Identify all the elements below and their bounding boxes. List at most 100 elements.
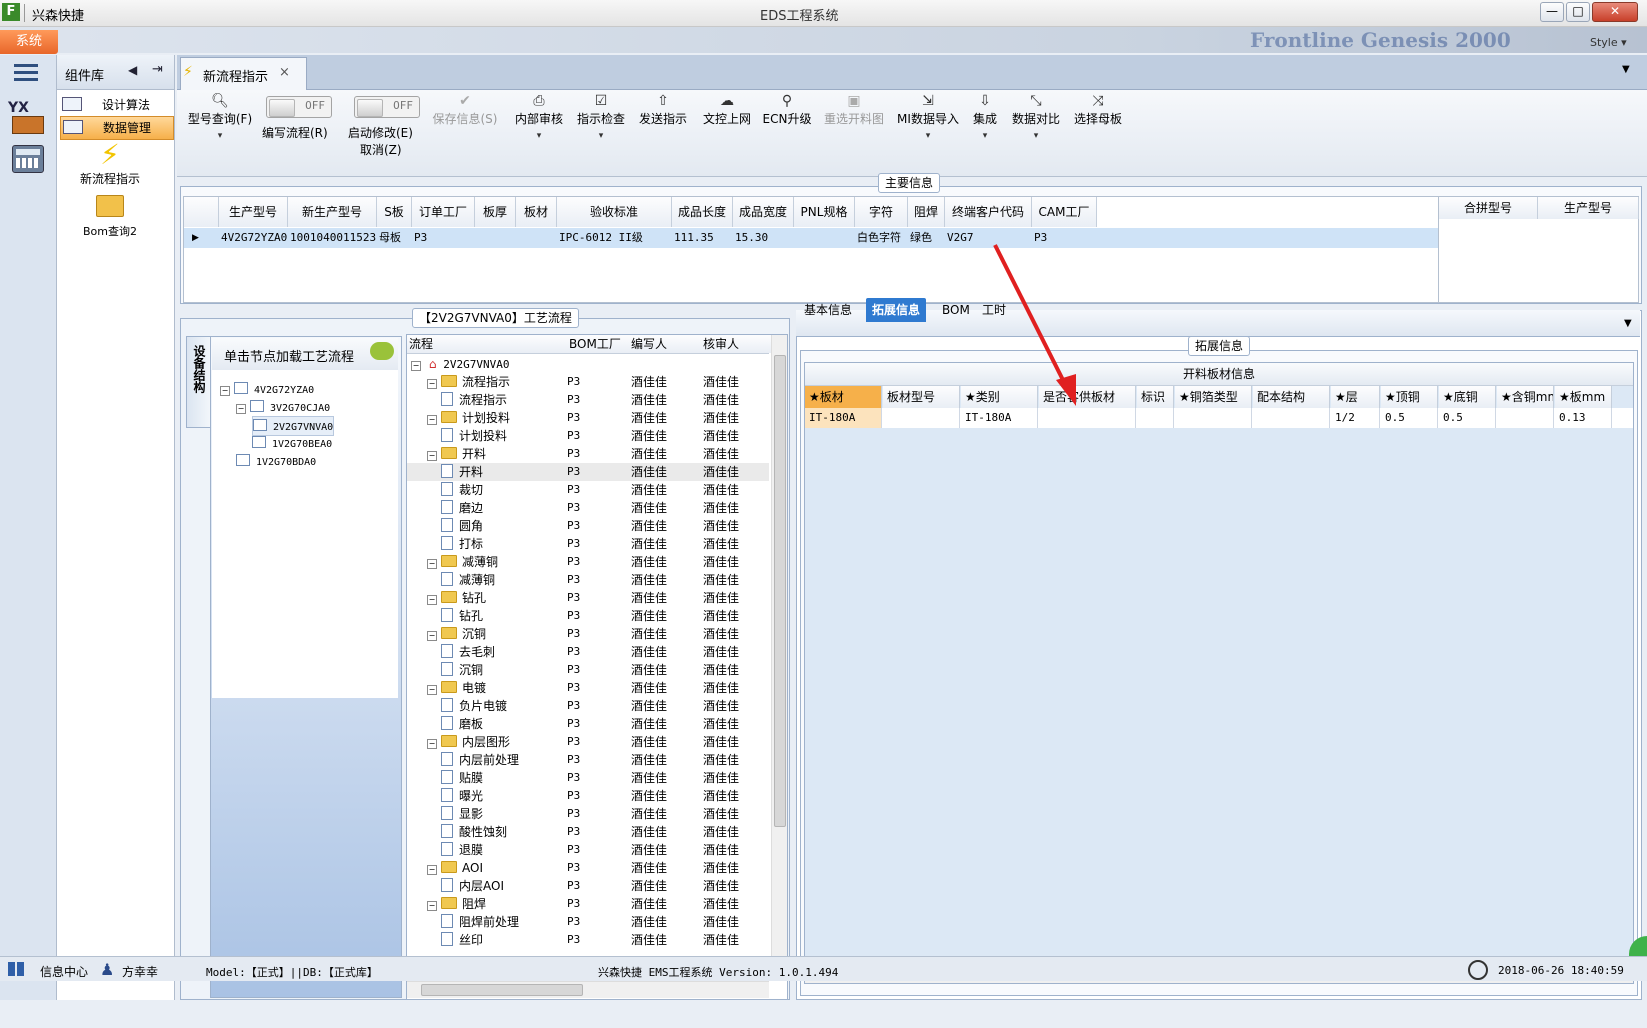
- doc-upload-button[interactable]: ☁ 文控上网: [700, 92, 754, 127]
- table-row[interactable]: ▶ 4V2G72YZA0 10010400115235 母板 P3 IPC-6012 I…: [184, 228, 1439, 248]
- collapse-icon[interactable]: −: [427, 631, 437, 641]
- column-header[interactable]: S板: [377, 197, 412, 227]
- data-compare-button[interactable]: ⤡ 数据对比 ▾: [1010, 92, 1062, 145]
- start-modify-toggle[interactable]: OFF: [354, 96, 420, 118]
- column-header[interactable]: ★板mm: [1555, 386, 1612, 408]
- save-info-button[interactable]: ✔ 保存信息(S): [430, 92, 500, 127]
- table-cell[interactable]: IT-180A: [805, 408, 882, 428]
- list-item[interactable]: − AOI P3 酒佳佳 酒佳佳: [407, 859, 769, 877]
- info-center[interactable]: 信息中心: [40, 963, 88, 980]
- collapse-icon[interactable]: −: [427, 739, 437, 749]
- column-header[interactable]: 板材: [516, 197, 557, 227]
- list-item[interactable]: 曝光 P3 酒佳佳 酒佳佳: [407, 787, 769, 805]
- list-item[interactable]: 开料 P3 酒佳佳 酒佳佳: [407, 463, 769, 481]
- column-header[interactable]: ★顶铜: [1381, 386, 1438, 408]
- col-bom-factory[interactable]: BOM工厂: [563, 335, 626, 353]
- list-item[interactable]: 磨板 P3 酒佳佳 酒佳佳: [407, 715, 769, 733]
- tree-node[interactable]: 1V2G70BDA0: [236, 452, 316, 470]
- tab-basic-info[interactable]: 基本信息: [798, 298, 858, 322]
- column-header[interactable]: 标识: [1137, 386, 1174, 408]
- column-header[interactable]: ★层: [1331, 386, 1380, 408]
- list-item[interactable]: − 阻焊 P3 酒佳佳 酒佳佳: [407, 895, 769, 913]
- list-item[interactable]: − 沉铜 P3 酒佳佳 酒佳佳: [407, 625, 769, 643]
- list-item[interactable]: 酸性蚀刻 P3 酒佳佳 酒佳佳: [407, 823, 769, 841]
- table-cell[interactable]: 1/2: [1331, 408, 1380, 428]
- tree-node[interactable]: 2V2G7VNVA0: [252, 416, 335, 436]
- list-item[interactable]: 贴膜 P3 酒佳佳 酒佳佳: [407, 769, 769, 787]
- edit-flow-toggle[interactable]: OFF: [266, 96, 332, 118]
- list-item[interactable]: 显影 P3 酒佳佳 酒佳佳: [407, 805, 769, 823]
- collapse-icon[interactable]: −: [427, 559, 437, 569]
- internal-review-button[interactable]: ⎙ 内部审核 ▾: [512, 92, 566, 145]
- detail-dropdown-icon[interactable]: ▼: [1624, 318, 1632, 329]
- list-item[interactable]: − 减薄铜 P3 酒佳佳 酒佳佳: [407, 553, 769, 571]
- column-header[interactable]: 订单工厂: [412, 197, 475, 227]
- table-cell[interactable]: [1175, 408, 1252, 428]
- list-item[interactable]: − 开料 P3 酒佳佳 酒佳佳: [407, 445, 769, 463]
- horizontal-scrollbar[interactable]: [407, 981, 769, 998]
- merge-model-header[interactable]: 合拼型号: [1439, 197, 1538, 219]
- tree-node[interactable]: 1V2G70BEA0: [252, 434, 332, 452]
- collapse-icon[interactable]: −: [427, 595, 437, 605]
- cancel-label[interactable]: 取消(Z): [360, 141, 402, 158]
- column-header[interactable]: 成品长度: [672, 197, 733, 227]
- column-header[interactable]: ★底铜: [1439, 386, 1496, 408]
- collapse-icon[interactable]: −: [427, 379, 437, 389]
- tree-node[interactable]: − 3V2G70CJA0: [236, 398, 330, 416]
- table-cell[interactable]: IT-180A: [961, 408, 1038, 428]
- list-item[interactable]: 阻焊前处理 P3 酒佳佳 酒佳佳: [407, 913, 769, 931]
- tab-extended-info[interactable]: 拓展信息: [866, 298, 927, 322]
- list-item[interactable]: 去毛刺 P3 酒佳佳 酒佳佳: [407, 643, 769, 661]
- table-cell[interactable]: [1039, 408, 1136, 428]
- list-item[interactable]: 负片电镀 P3 酒佳佳 酒佳佳: [407, 697, 769, 715]
- close-button[interactable]: ✕: [1592, 2, 1638, 22]
- collapse-icon[interactable]: −: [427, 451, 437, 461]
- collapse-icon[interactable]: −: [427, 685, 437, 695]
- list-item[interactable]: 打标 P3 酒佳佳 酒佳佳: [407, 535, 769, 553]
- production-model-header[interactable]: 生产型号: [1538, 197, 1639, 219]
- list-item[interactable]: 退膜 P3 酒佳佳 酒佳佳: [407, 841, 769, 859]
- column-header[interactable]: 板厚: [475, 197, 516, 227]
- style-menu[interactable]: Style ▾: [1590, 36, 1627, 49]
- table-cell[interactable]: [1137, 408, 1174, 428]
- table-cell[interactable]: 0.5: [1439, 408, 1496, 428]
- process-root[interactable]: − ⌂ 2V2G7VNVA0: [407, 355, 510, 373]
- column-header[interactable]: 新生产型号: [288, 197, 377, 227]
- col-reviewer[interactable]: 核审人: [697, 335, 776, 353]
- maximize-button[interactable]: □: [1566, 2, 1590, 22]
- list-item[interactable]: 裁切 P3 酒佳佳 酒佳佳: [407, 481, 769, 499]
- list-item[interactable]: − 钻孔 P3 酒佳佳 酒佳佳: [407, 589, 769, 607]
- tab-new-flow[interactable]: ⚡ 新流程指示 ×: [180, 57, 307, 90]
- reselect-cutting-button[interactable]: ▣ 重选开料图: [822, 92, 886, 127]
- collapse-icon[interactable]: −: [236, 404, 246, 414]
- calculator-icon[interactable]: [12, 145, 44, 173]
- column-header[interactable]: PNL规格: [794, 197, 855, 227]
- column-header[interactable]: 字符: [855, 197, 908, 227]
- column-header[interactable]: CAM工厂: [1032, 197, 1097, 227]
- mi-import-button[interactable]: ⇲ MI数据导入 ▾: [896, 92, 960, 145]
- close-tab-icon[interactable]: ×: [279, 65, 290, 80]
- tab-dropdown-icon[interactable]: ▼: [1622, 64, 1630, 75]
- list-item[interactable]: 磨边 P3 酒佳佳 酒佳佳: [407, 499, 769, 517]
- table-cell[interactable]: 0.13: [1555, 408, 1612, 428]
- col-flow[interactable]: 流程: [407, 335, 564, 353]
- tile-new-flow[interactable]: ⚡ 新流程指示: [70, 140, 150, 187]
- list-item[interactable]: 丝印 P3 酒佳佳 酒佳佳: [407, 931, 769, 949]
- column-header[interactable]: ★含铜mm: [1497, 386, 1554, 408]
- tree-node[interactable]: − 4V2G72YZA0: [220, 380, 314, 398]
- list-item[interactable]: 内层前处理 P3 酒佳佳 酒佳佳: [407, 751, 769, 769]
- list-item[interactable]: 圆角 P3 酒佳佳 酒佳佳: [407, 517, 769, 535]
- pin-icon[interactable]: ⇥: [152, 62, 163, 77]
- integrate-button[interactable]: ⇩ 集成 ▾: [970, 92, 1000, 145]
- table-row[interactable]: IT-180A IT-180A 1/2 0.5 0.5 0.13: [805, 408, 1633, 428]
- table-cell[interactable]: [1497, 408, 1554, 428]
- col-writer[interactable]: 编写人: [625, 335, 702, 353]
- column-header[interactable]: 板材型号: [883, 386, 960, 408]
- vertical-scrollbar[interactable]: [771, 335, 787, 971]
- table-cell[interactable]: 0.5: [1381, 408, 1438, 428]
- list-item[interactable]: 减薄铜 P3 酒佳佳 酒佳佳: [407, 571, 769, 589]
- model-query-button[interactable]: 🔍︎ 型号查询(F) ▾: [185, 92, 255, 145]
- instruction-check-button[interactable]: ☑ 指示检查 ▾: [574, 92, 628, 145]
- column-header[interactable]: 终端客户代码: [945, 197, 1032, 227]
- list-item[interactable]: − 电镀 P3 酒佳佳 酒佳佳: [407, 679, 769, 697]
